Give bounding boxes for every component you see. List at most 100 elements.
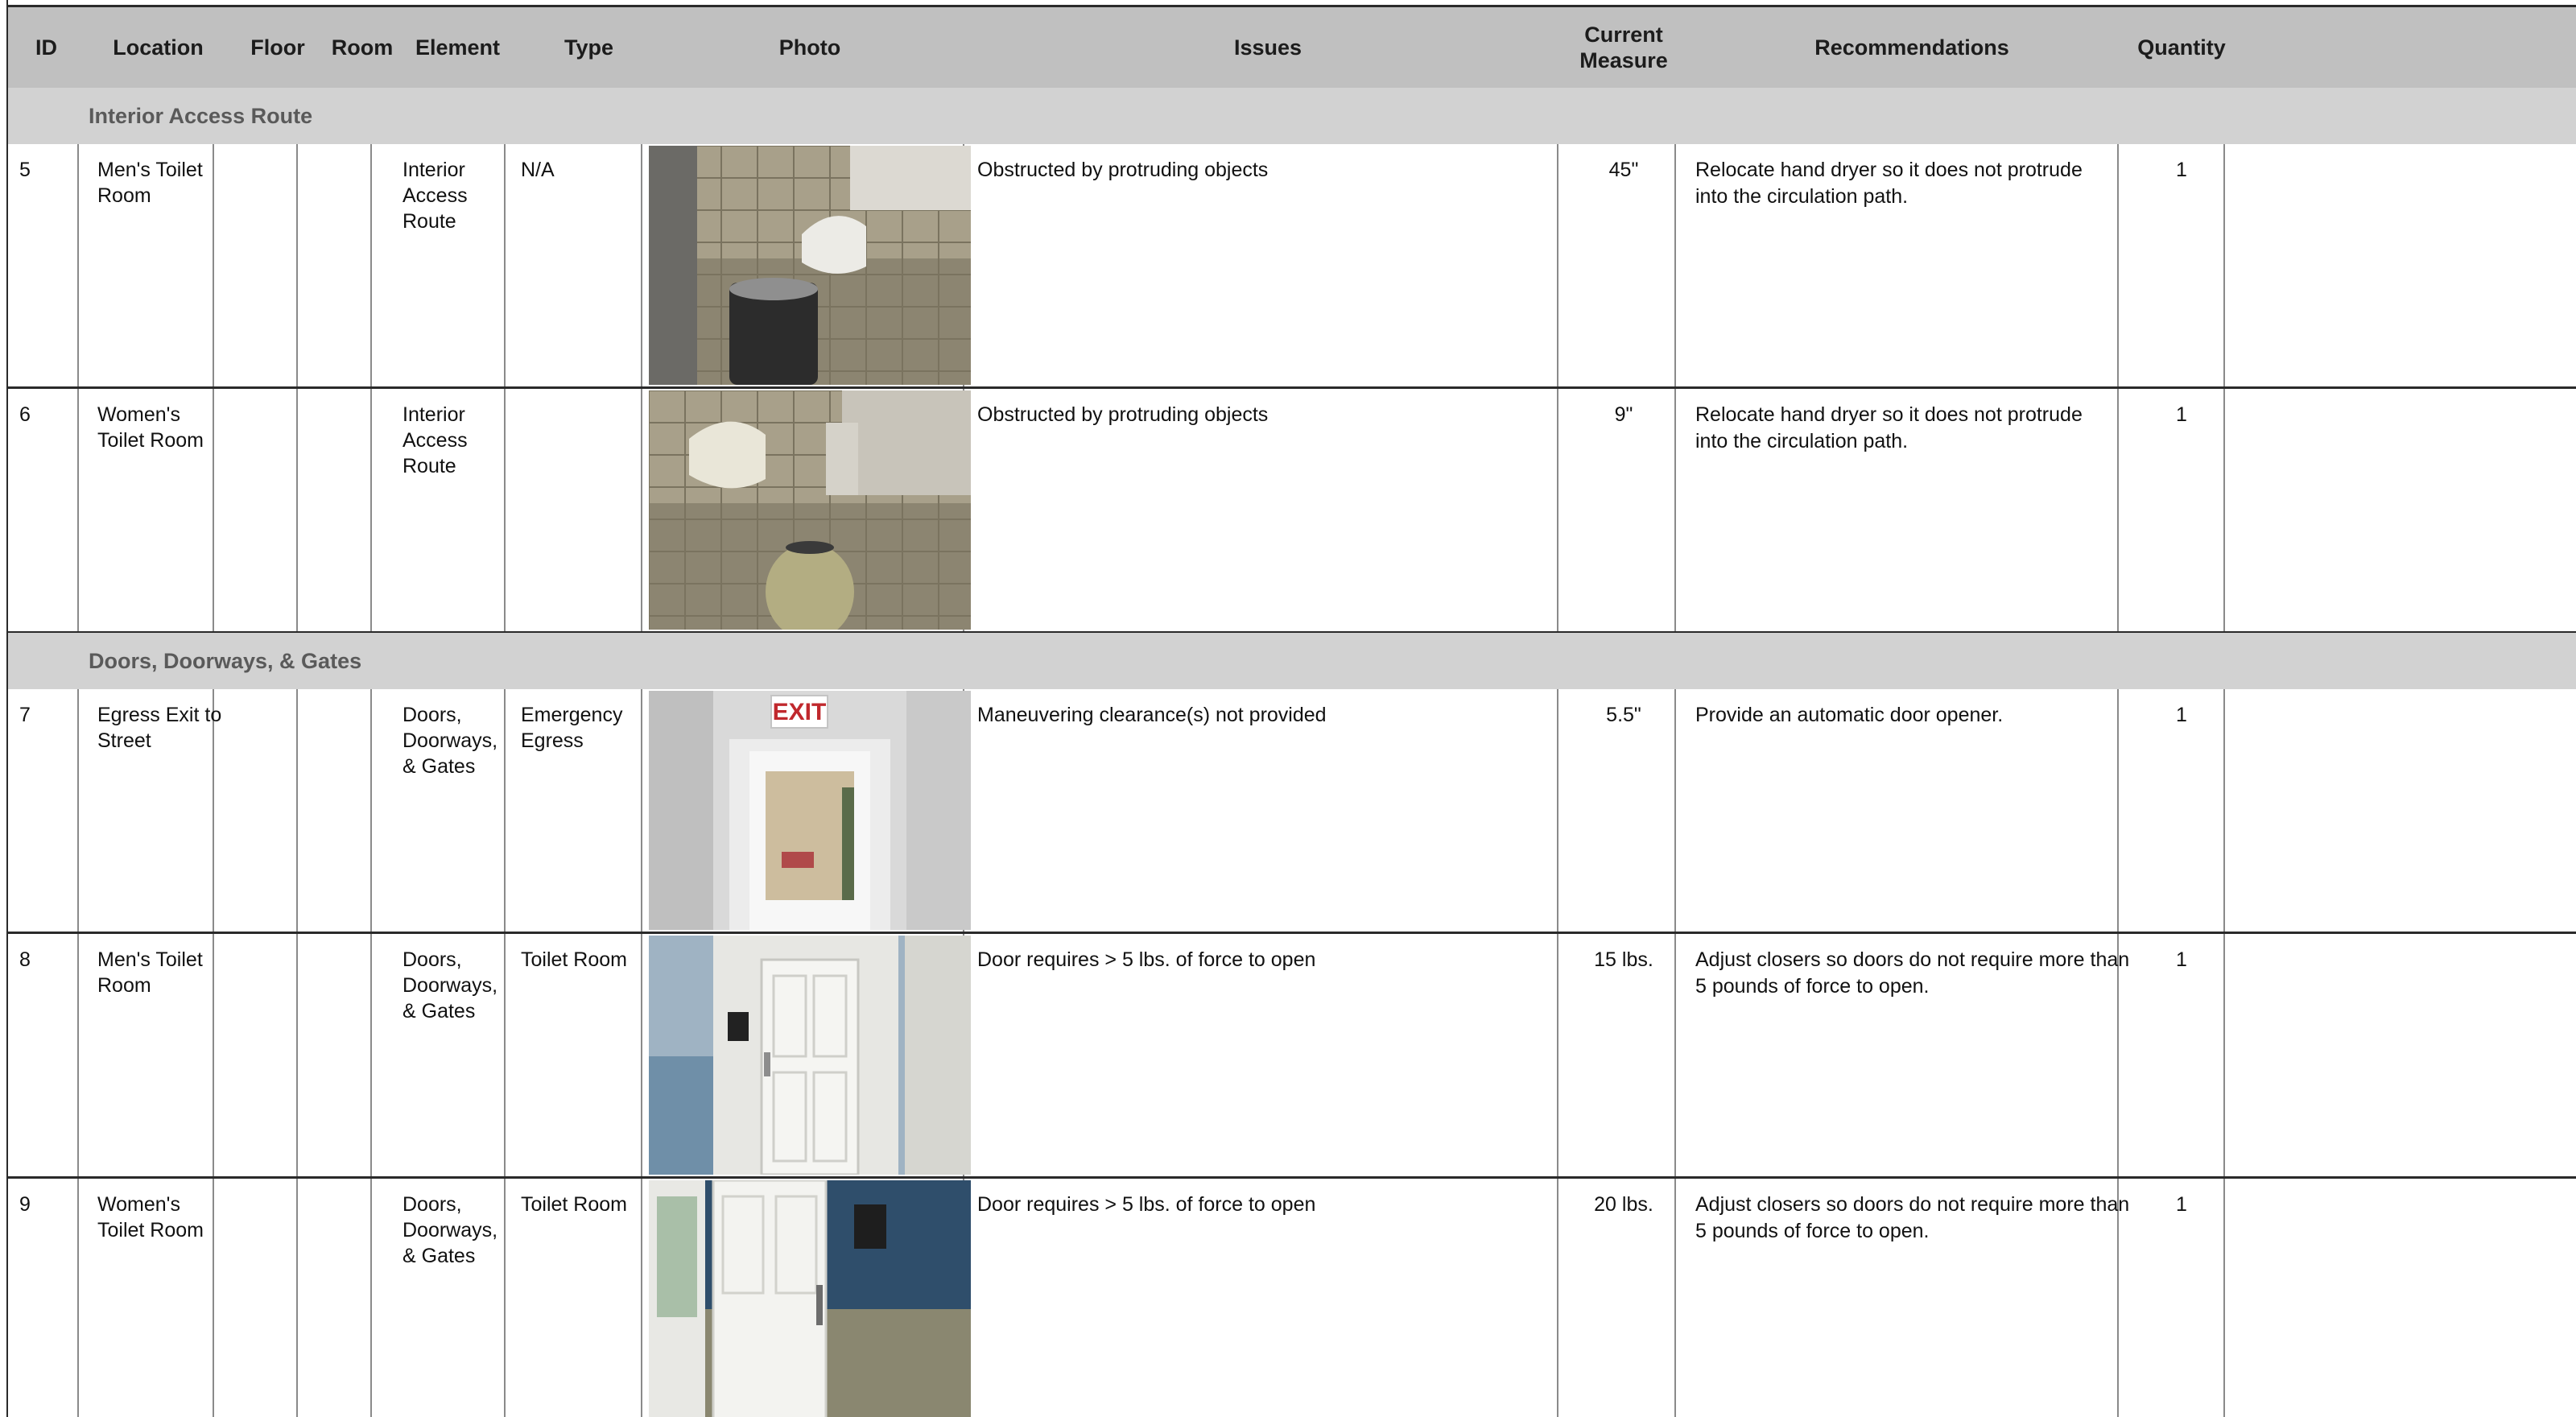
cell-measure: 20 lbs. [1594, 1193, 1653, 1216]
cell-recommendation: Provide an automatic door opener. [1695, 702, 2130, 729]
column-divider [370, 689, 372, 932]
cell-element-line: Doors, [402, 704, 462, 726]
cell-quantity: 1 [2176, 159, 2187, 181]
cell-quantity: 1 [2176, 403, 2187, 426]
column-divider [77, 934, 79, 1176]
col-header-quantity: Quantity [2137, 35, 2226, 60]
column-divider [296, 1179, 298, 1417]
cell-quantity: 1 [2176, 948, 2187, 971]
column-divider [1557, 144, 1558, 386]
exit-door-photo: EXIT [649, 691, 971, 930]
cell-element-line: & Gates [402, 755, 476, 778]
toilet-door-photo [649, 936, 971, 1175]
cell-type-line: Emergency [521, 704, 623, 726]
column-divider [370, 934, 372, 1176]
table-row: 6 Women's Toilet Room Interior Access Route Ob… [8, 389, 2576, 634]
table-row: 5 Men's Toilet Room Interior Access Route N/A O… [8, 144, 2576, 389]
cell-recommendation-line: into the circulation path. [1695, 430, 1909, 452]
cell-element: Interior Access Route [402, 157, 511, 234]
cell-recommendation-line: 5 pounds of force to open. [1695, 1220, 1930, 1242]
toilet-door-photo [649, 1180, 971, 1417]
cell-type-line: Toilet Room [521, 1193, 627, 1216]
cell-element-line: Route [402, 455, 456, 477]
cell-element-line: Access [402, 429, 468, 452]
col-header-recommendations: Recommendations [1814, 35, 2009, 60]
col-header-type: Type [564, 35, 613, 60]
cell-type-line: Toilet Room [521, 948, 627, 971]
section-title: Interior Access Route [89, 103, 313, 128]
cell-element-line: & Gates [402, 1000, 476, 1022]
cell-location-line: Women's [97, 403, 180, 426]
cell-element-line: Interior [402, 159, 465, 181]
cell-location-line: Men's Toilet [97, 948, 203, 971]
cell-recommendation-line: Relocate hand dryer so it does not protr… [1695, 159, 2083, 181]
exit-sign-text: EXIT [773, 699, 827, 725]
column-divider [77, 689, 79, 932]
section-header: Interior Access Route [8, 88, 2576, 144]
cell-type: Emergency Egress [521, 702, 642, 754]
table-header: ID Location Floor Room Element Type Phot… [8, 5, 2576, 90]
cell-location: Egress Exit to Street [97, 702, 234, 754]
cell-location: Women's Toilet Room [97, 402, 234, 453]
col-header-current-measure: Current Measure [1565, 7, 1682, 88]
cell-element-line: Interior [402, 403, 465, 426]
cell-location-line: Toilet Room [97, 1219, 204, 1241]
column-divider [370, 389, 372, 631]
cell-element: Interior Access Route [402, 402, 511, 479]
cell-measure: 15 lbs. [1594, 948, 1653, 971]
column-divider [296, 144, 298, 386]
cell-issue: Obstructed by protruding objects [977, 159, 1269, 181]
cell-location: Men's Toilet Room [97, 947, 234, 998]
hand-dryer-photo [649, 146, 971, 385]
section-header: Doors, Doorways, & Gates [8, 633, 2576, 689]
cell-location-line: Women's [97, 1193, 180, 1216]
cell-element: Doors, Doorways, & Gates [402, 702, 511, 779]
col-header-current-measure-line2: Measure [1579, 48, 1668, 72]
cell-element-line: Doors, [402, 948, 462, 971]
cell-id: 7 [19, 704, 31, 726]
cell-quantity: 1 [2176, 1193, 2187, 1216]
cell-location-line: Room [97, 974, 151, 997]
report-sheet: ID Location Floor Room Element Type Phot… [0, 0, 2576, 1417]
col-header-photo: Photo [778, 35, 841, 60]
cell-issue: Door requires > 5 lbs. of force to open [977, 948, 1316, 971]
cell-id: 6 [19, 403, 31, 426]
cell-element: Doors, Doorways, & Gates [402, 1192, 511, 1269]
column-divider [1557, 934, 1558, 1176]
cell-location-line: Men's Toilet [97, 159, 203, 181]
cell-element-line: Doorways, [402, 729, 498, 752]
col-header-issues: Issues [1233, 35, 1302, 60]
cell-recommendation-line: 5 pounds of force to open. [1695, 975, 1930, 998]
cell-measure: 45" [1608, 159, 1639, 181]
cell-type: N/A [521, 157, 642, 183]
cell-type-line: N/A [521, 159, 555, 181]
column-divider [641, 389, 642, 631]
column-divider [296, 689, 298, 932]
cell-issue: Obstructed by protruding objects [977, 403, 1269, 426]
cell-element-line: Doorways, [402, 1219, 498, 1241]
cell-element-line: Doorways, [402, 974, 498, 997]
col-header-element: Element [415, 35, 501, 60]
column-divider [370, 1179, 372, 1417]
cell-recommendation: Relocate hand dryer so it does not protr… [1695, 402, 2130, 455]
cell-recommendation: Adjust closers so doors do not require m… [1695, 1192, 2130, 1245]
column-divider [77, 389, 79, 631]
cell-type-line: Egress [521, 729, 584, 752]
cell-location-line: Toilet Room [97, 429, 204, 452]
cell-recommendation-line: Adjust closers so doors do not require m… [1695, 948, 2130, 971]
cell-recommendation-line: into the circulation path. [1695, 185, 1909, 208]
table-row: 7 Egress Exit to Street Doors, Doorways, & Ga… [8, 689, 2576, 934]
cell-location-line: Room [97, 184, 151, 207]
cell-element-line: Access [402, 184, 468, 207]
cell-type: Toilet Room [521, 1192, 642, 1217]
cell-recommendation-line: Provide an automatic door opener. [1695, 704, 2004, 726]
section-title: Doors, Doorways, & Gates [89, 648, 362, 673]
cell-element-line: & Gates [402, 1245, 476, 1267]
cell-quantity: 1 [2176, 704, 2187, 726]
column-divider [1557, 389, 1558, 631]
column-divider [296, 934, 298, 1176]
table-row: 8 Men's Toilet Room Doors, Doorways, & Gates T… [8, 934, 2576, 1179]
column-divider [77, 144, 79, 386]
cell-recommendation-line: Relocate hand dryer so it does not protr… [1695, 403, 2083, 426]
cell-issue: Maneuvering clearance(s) not provided [977, 704, 1327, 726]
